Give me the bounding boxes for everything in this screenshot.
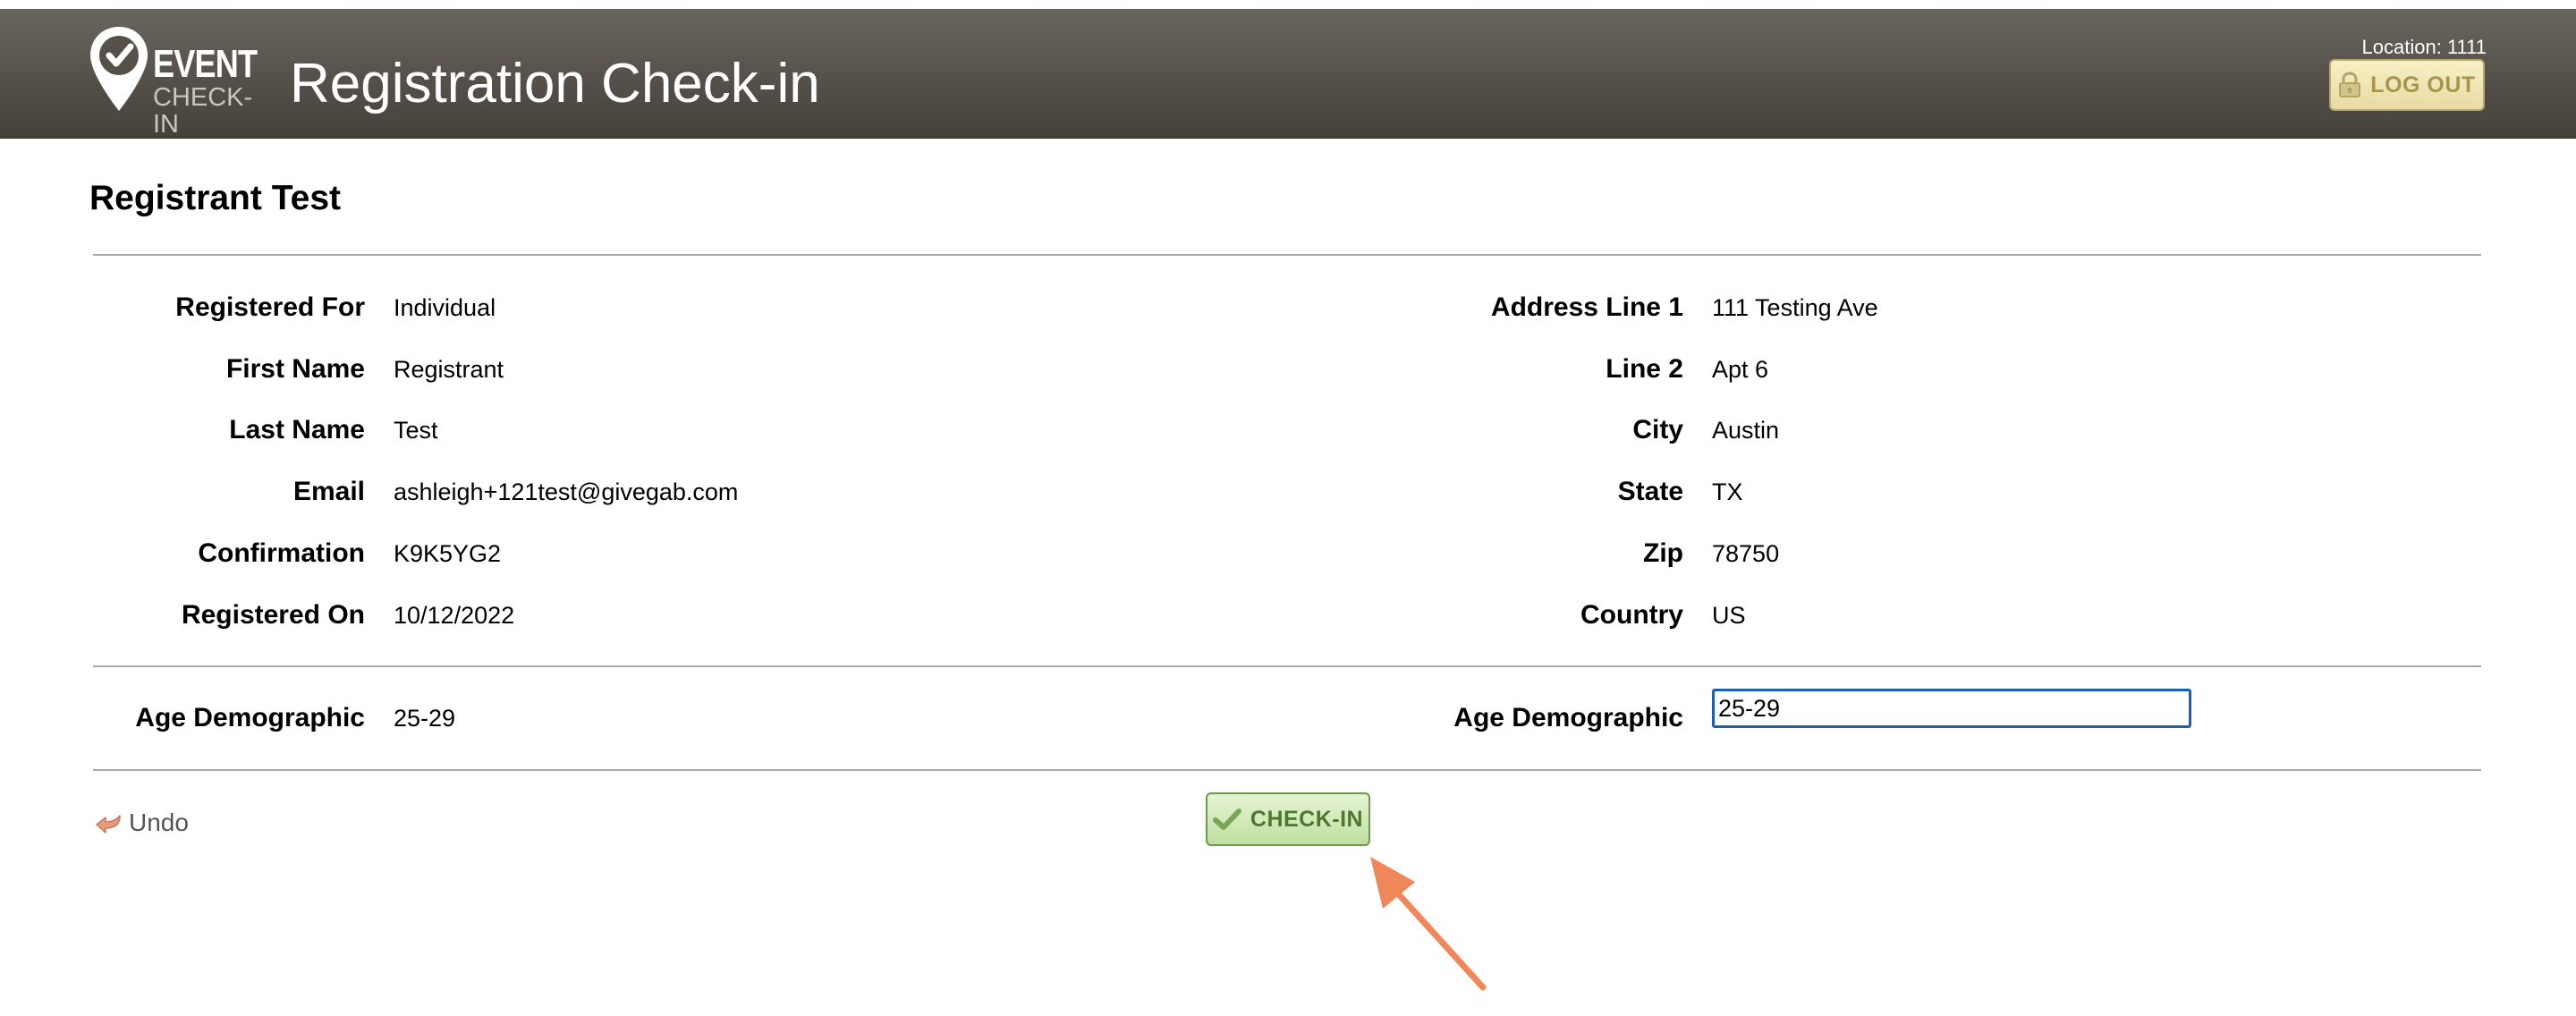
divider	[93, 769, 2481, 771]
checkin-button[interactable]: CHECK-IN	[1206, 792, 1370, 846]
top-strip	[0, 0, 2576, 9]
field-label-first-name: First Name	[225, 354, 365, 384]
age-demographic-input[interactable]	[1712, 689, 2191, 728]
field-value-confirmation: K9K5YG2	[394, 540, 502, 567]
divider	[93, 665, 2481, 667]
field-value-zip: 78750	[1712, 540, 1780, 567]
location-pin-check-icon	[90, 27, 148, 111]
field-label-line-2: Line 2	[1606, 354, 1683, 384]
field-label-state: State	[1617, 477, 1683, 506]
age-demographic-value: 25-29	[394, 705, 456, 732]
field-label-address-line-1: Address Line 1	[1490, 292, 1683, 322]
field-value-city: Austin	[1712, 417, 1780, 444]
lock-icon	[2339, 72, 2361, 97]
annotation-arrow-icon	[1370, 857, 1487, 991]
age-demographic-edit-label: Age Demographic	[1453, 703, 1683, 732]
field-label-country: Country	[1580, 600, 1683, 630]
app-title: Registration Check-in	[290, 53, 820, 114]
undo-arrow-icon	[96, 815, 121, 834]
field-value-line-2: Apt 6	[1712, 356, 1769, 383]
field-value-registered-for: Individual	[394, 294, 496, 321]
logo-text-event: EVENT	[153, 42, 258, 86]
undo-label: Undo	[129, 809, 189, 836]
checkin-label: CHECK-IN	[1250, 806, 1364, 832]
field-value-state: TX	[1712, 478, 1743, 505]
location-label: Location: 1111	[2361, 36, 2487, 58]
field-label-zip: Zip	[1643, 538, 1683, 568]
field-label-last-name: Last Name	[229, 415, 365, 444]
field-label-confirmation: Confirmation	[198, 538, 365, 568]
age-demographic-label: Age Demographic	[135, 703, 365, 732]
logout-label: LOG OUT	[2370, 72, 2476, 97]
undo-link[interactable]: Undo	[95, 809, 189, 837]
field-value-registered-on: 10/12/2022	[394, 602, 515, 629]
logout-button[interactable]: LOG OUT	[2329, 59, 2485, 111]
field-label-registered-for: Registered For	[175, 292, 365, 322]
field-value-country: US	[1712, 602, 1746, 629]
logo-text-checkin: CHECK-IN	[153, 83, 253, 139]
field-value-last-name: Test	[394, 417, 438, 444]
field-value-first-name: Registrant	[394, 356, 504, 383]
field-value-address-line-1: 111 Testing Ave	[1712, 294, 1878, 321]
field-label-registered-on: Registered On	[181, 600, 365, 630]
field-value-email: ashleigh+121test@givegab.com	[394, 478, 739, 505]
app-header: EVENT CHECK-IN Registration Check-in Loc…	[0, 9, 2576, 139]
field-label-email: Email	[292, 477, 365, 506]
registrant-name: Registrant Test	[89, 179, 341, 217]
event-checkin-logo: EVENT CHECK-IN	[88, 25, 275, 138]
field-label-city: City	[1632, 415, 1683, 444]
divider	[93, 254, 2481, 256]
checkmark-icon	[1212, 809, 1241, 830]
